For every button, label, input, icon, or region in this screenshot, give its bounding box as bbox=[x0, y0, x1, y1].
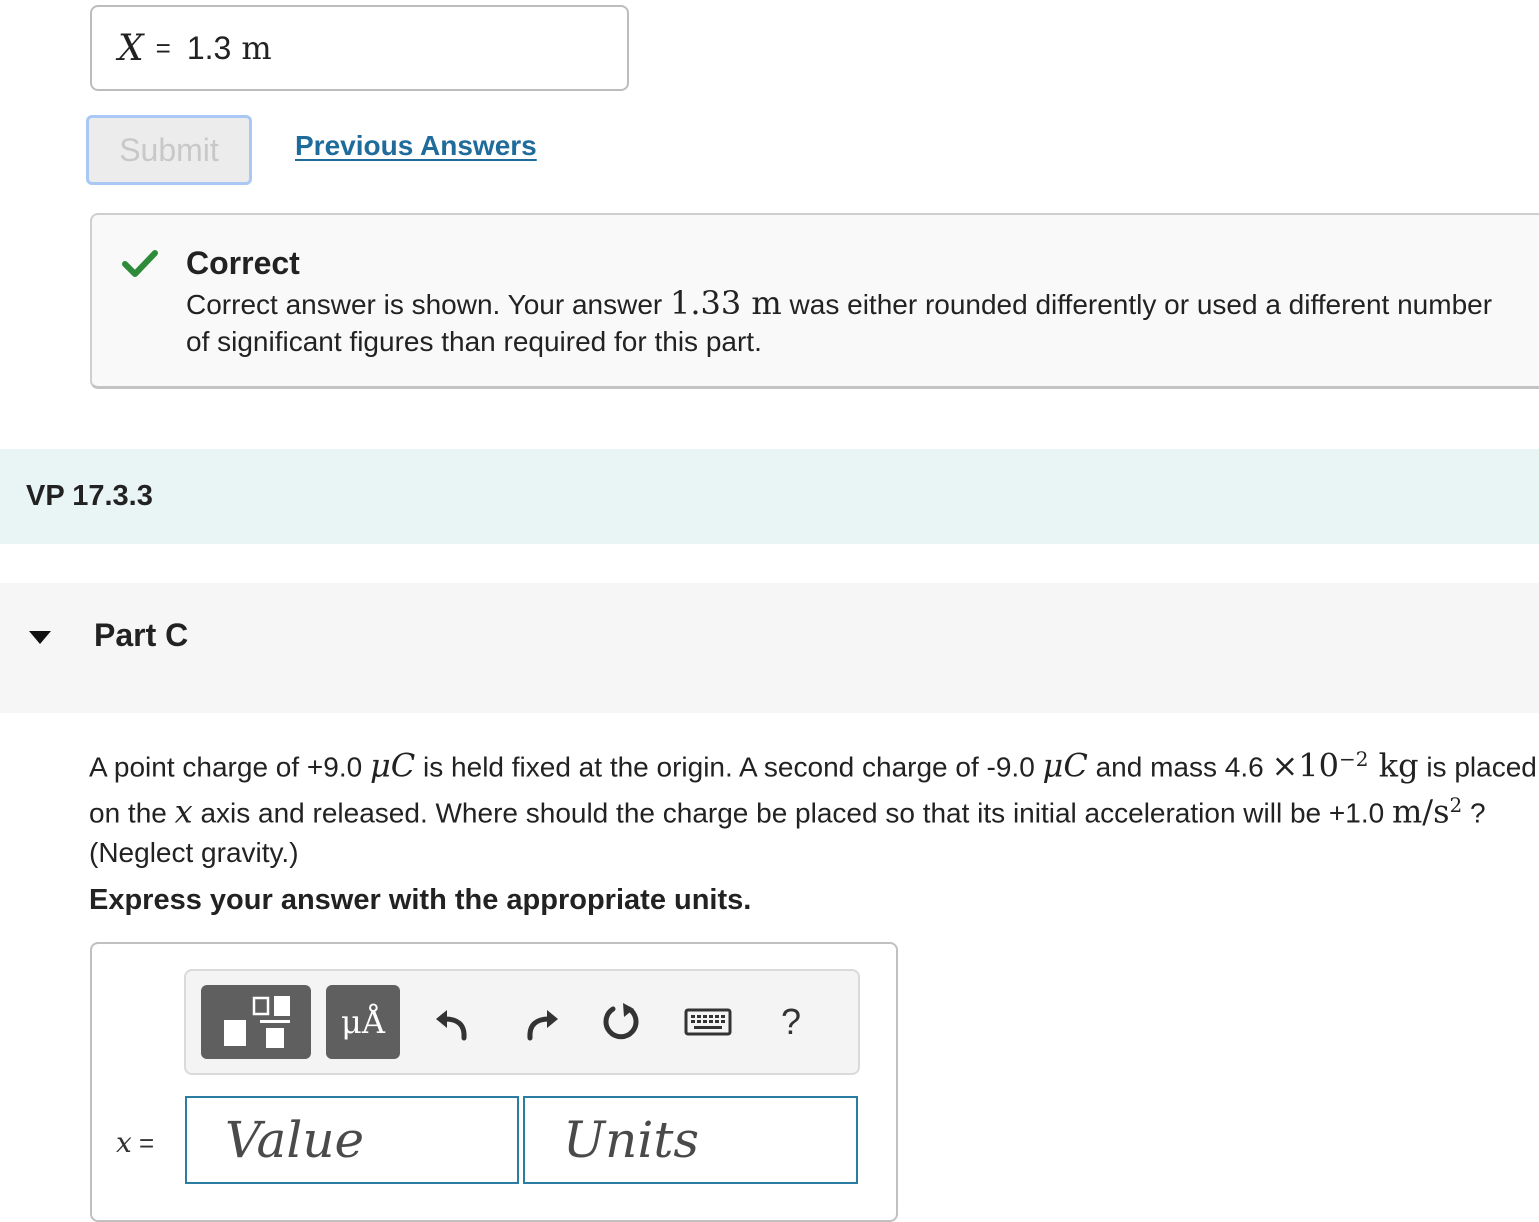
q-unit-kg: kg bbox=[1368, 746, 1419, 785]
section-title: VP 17.3.3 bbox=[26, 480, 153, 512]
part-header[interactable]: Part C bbox=[0, 583, 1539, 713]
collapse-triangle-icon[interactable] bbox=[28, 629, 52, 645]
undo-icon bbox=[436, 1010, 467, 1041]
q-exponent: −2 bbox=[1339, 747, 1369, 771]
answer-value: 1.3 bbox=[186, 29, 232, 66]
answer-variable: X bbox=[118, 27, 144, 69]
question-text: A point charge of +9.0 μC is held fixed … bbox=[89, 740, 1539, 872]
equals-sign: = bbox=[155, 32, 171, 63]
keyboard-icon bbox=[684, 1008, 732, 1036]
feedback-answer: 1.33 m bbox=[670, 284, 782, 322]
submit-button[interactable]: Submit bbox=[86, 115, 252, 185]
part-title: Part C bbox=[94, 617, 189, 653]
answer-instruction: Express your answer with the appropriate… bbox=[89, 884, 752, 916]
value-input[interactable] bbox=[185, 1096, 519, 1184]
q-text-2: is held fixed at the origin. A second ch… bbox=[415, 751, 1043, 783]
previous-answers-link[interactable]: Previous Answers bbox=[295, 130, 537, 162]
templates-icon bbox=[224, 996, 290, 1048]
keyboard-button[interactable] bbox=[680, 997, 736, 1047]
q-axis-variable: x bbox=[174, 792, 193, 831]
q-text-3: and mass 4.6 bbox=[1087, 751, 1272, 783]
q-text-5: axis and released. Where should the char… bbox=[192, 797, 1392, 829]
feedback-message: Correct answer is shown. Your answer 1.3… bbox=[186, 285, 1506, 360]
previous-answer-display: X = 1.3 m bbox=[90, 5, 629, 91]
checkmark-icon bbox=[122, 250, 158, 277]
help-button[interactable]: ? bbox=[771, 997, 811, 1047]
answer-variable-label: x = bbox=[116, 1126, 154, 1159]
section-header: VP 17.3.3 bbox=[0, 449, 1539, 544]
answer-variable-x: x bbox=[116, 1126, 132, 1159]
feedback-text-start: Correct answer is shown. Your answer bbox=[186, 289, 670, 320]
redo-button[interactable] bbox=[516, 997, 566, 1047]
reset-button[interactable] bbox=[596, 997, 646, 1047]
units-input[interactable] bbox=[523, 1096, 858, 1184]
answer-equals: = bbox=[139, 1128, 155, 1158]
q-unit-exponent: 2 bbox=[1449, 793, 1463, 818]
math-toolbar: μÅ ? bbox=[184, 969, 860, 1075]
units-button[interactable]: μÅ bbox=[326, 985, 400, 1059]
q-unit-microcoulomb-2: μC bbox=[1042, 746, 1088, 785]
answer-entry-box: μÅ ? x = Value Units bbox=[90, 942, 898, 1222]
q-unit-acceleration: m/s bbox=[1391, 792, 1450, 831]
feedback-panel: Correct Correct answer is shown. Your an… bbox=[90, 213, 1539, 389]
feedback-title: Correct bbox=[186, 245, 300, 281]
q-times-ten: ×10 bbox=[1271, 746, 1340, 785]
q-unit-microcoulomb: μC bbox=[369, 746, 416, 785]
templates-button[interactable] bbox=[201, 985, 311, 1059]
answer-unit: m bbox=[241, 29, 272, 67]
undo-button[interactable] bbox=[428, 997, 478, 1047]
q-text-1: A point charge of +9.0 bbox=[89, 751, 370, 783]
reset-icon bbox=[603, 1003, 639, 1040]
redo-icon bbox=[527, 1010, 558, 1041]
